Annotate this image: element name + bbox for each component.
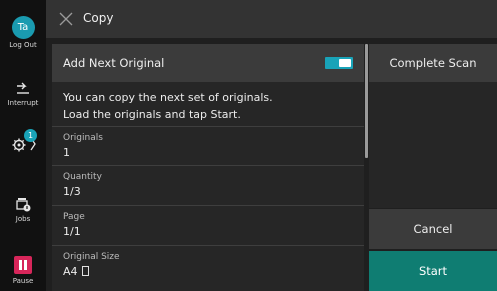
add-next-original-label: Add Next Original	[63, 56, 165, 70]
complete-scan-button[interactable]: Complete Scan	[369, 44, 497, 82]
left-rail: Ta Log Out Interrupt 1 Jobs Pause	[0, 0, 46, 291]
original-size-value: A4	[63, 265, 78, 278]
logout-label: Log Out	[9, 41, 37, 49]
cancel-button[interactable]: Cancel	[369, 209, 497, 249]
portrait-orientation-icon	[81, 266, 89, 276]
interrupt-icon	[17, 82, 29, 94]
instruction-line-1: You can copy the next set of originals.	[63, 91, 273, 104]
quantity-label: Quantity	[63, 172, 102, 182]
divider	[52, 245, 364, 246]
divider	[52, 205, 364, 206]
logout-button[interactable]: Ta Log Out	[0, 16, 46, 49]
original-size-row: A4	[63, 265, 89, 278]
quantity-value: 1/3	[63, 185, 81, 198]
pause-label: Pause	[12, 277, 34, 285]
pause-icon	[14, 256, 32, 274]
copy-status-panel: Add Next Original You can copy the next …	[52, 44, 364, 291]
instruction-line-2: Load the originals and tap Start.	[63, 108, 241, 121]
notification-badge: 1	[24, 129, 37, 142]
divider	[52, 165, 364, 166]
jobs-button[interactable]: Jobs	[0, 196, 46, 223]
header-bar: Copy	[46, 0, 497, 38]
interrupt-label: Interrupt	[7, 99, 39, 107]
right-empty-area	[369, 82, 497, 208]
avatar: Ta	[11, 16, 35, 39]
interrupt-button[interactable]: Interrupt	[0, 82, 46, 107]
divider	[52, 126, 364, 127]
jobs-label: Jobs	[15, 215, 31, 223]
pause-button[interactable]: Pause	[0, 256, 46, 285]
original-size-label: Original Size	[63, 252, 120, 262]
add-next-original-toggle[interactable]	[325, 57, 353, 69]
originals-label: Originals	[63, 133, 103, 143]
add-next-original-row[interactable]: Add Next Original	[52, 44, 364, 82]
page-value: 1/1	[63, 225, 81, 238]
jobs-icon	[16, 198, 31, 212]
close-icon[interactable]	[58, 11, 74, 27]
page-title: Copy	[83, 11, 114, 25]
page-label: Page	[63, 212, 85, 222]
panel-scrollbar[interactable]	[365, 44, 368, 158]
device-settings-button[interactable]: 1	[0, 129, 46, 154]
originals-value: 1	[63, 146, 70, 159]
start-button[interactable]: Start	[369, 251, 497, 291]
